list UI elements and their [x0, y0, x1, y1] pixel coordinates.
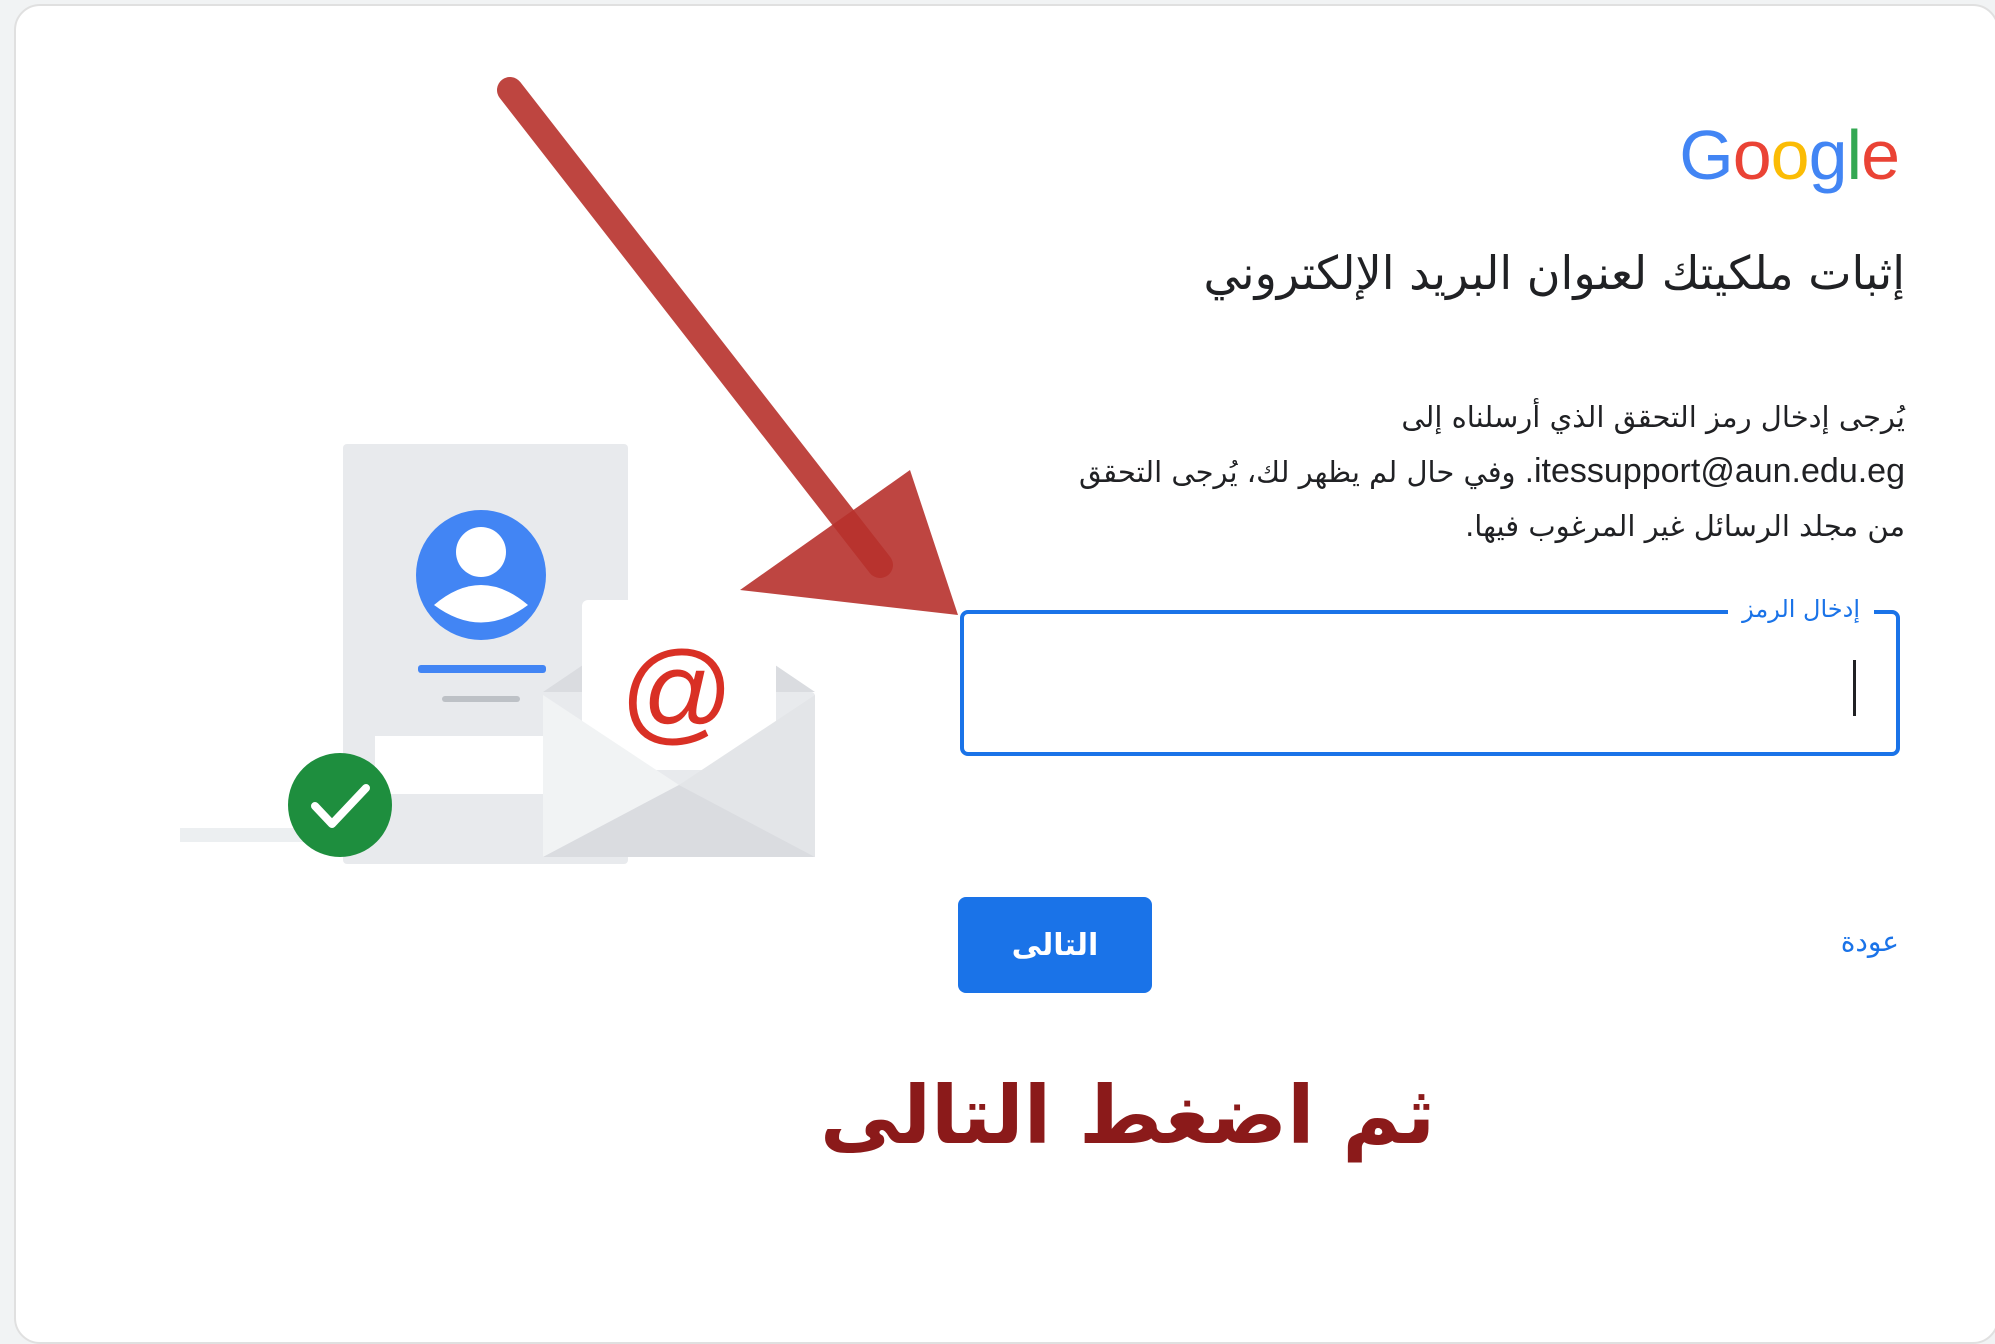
instructions-line-3: من مجلد الرسائل غير المرغوب فيها. — [1465, 509, 1905, 543]
text-cursor — [1853, 660, 1856, 716]
page-title: إثبات ملكيتك لعنوان البريد الإلكتروني — [1203, 246, 1905, 300]
top-annotation-caption — [170, 0, 1730, 14]
instructions-text: يُرجى إدخال رمز التحقق الذي أرسلناه إلى … — [945, 390, 1905, 553]
instructions-line-1: يُرجى إدخال رمز التحقق الذي أرسلناه إلى — [1401, 400, 1905, 434]
next-button[interactable]: التالى — [958, 897, 1152, 993]
instructions-line-2-rest: . وفي حال لم يظهر لك، يُرجى التحقق — [1078, 455, 1534, 489]
google-logo: Google — [1679, 116, 1900, 194]
checkmark-icon — [288, 753, 392, 857]
verification-code-field[interactable]: إدخال الرمز — [960, 589, 1900, 756]
back-link[interactable]: عودة — [1841, 922, 1899, 962]
recipient-email: itessupport@aun.edu.eg — [1534, 452, 1905, 490]
bottom-annotation-caption: ثم اضغط التالى — [820, 1069, 1436, 1162]
instructions-line-2: itessupport@aun.edu.eg. وفي حال لم يظهر … — [945, 444, 1905, 499]
annotation-arrow — [497, 77, 958, 615]
code-input[interactable] — [972, 622, 1892, 746]
